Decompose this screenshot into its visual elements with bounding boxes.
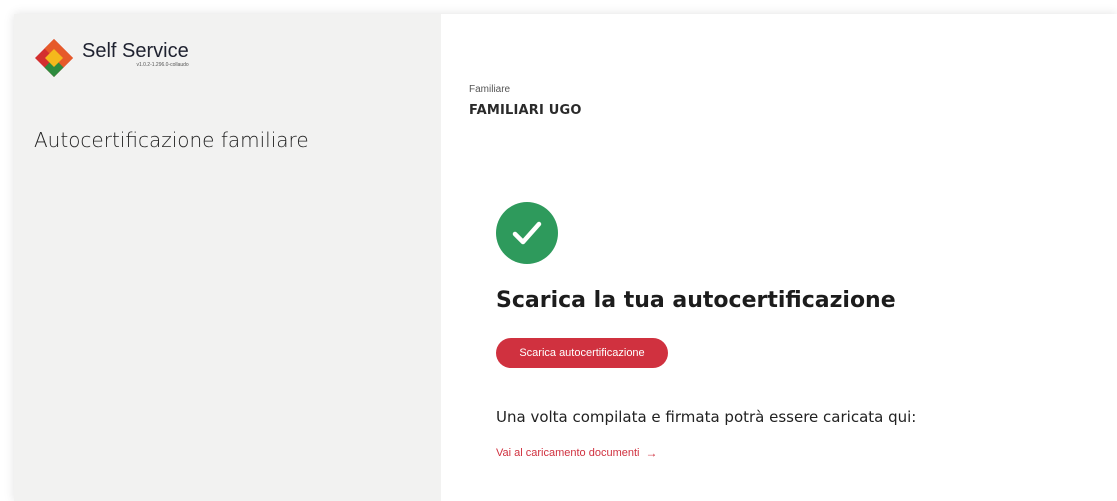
- upload-link-label: Vai al caricamento documenti: [496, 447, 640, 459]
- arrow-right-icon: →: [645, 446, 658, 460]
- logo-icon: [34, 38, 74, 78]
- check-circle-icon: [496, 202, 558, 264]
- page-heading: Scarica la tua autocertificazione: [496, 288, 896, 313]
- app-frame: Self Service v1.0.2-1.296.0-collaudo Aut…: [14, 14, 1117, 501]
- brand[interactable]: Self Service v1.0.2-1.296.0-collaudo: [34, 38, 189, 78]
- info-text: Una volta compilata e firmata potrà esse…: [496, 408, 917, 426]
- main-content: Familiare FAMILIARI UGO Scarica la tua a…: [441, 14, 1117, 501]
- familiar-name: FAMILIARI UGO: [469, 103, 582, 118]
- familiar-label: Familiare: [469, 84, 511, 95]
- brand-name: Self Service: [82, 40, 189, 62]
- brand-version: v1.0.2-1.296.0-collaudo: [136, 62, 189, 68]
- download-button[interactable]: Scarica autocertificazione: [496, 338, 668, 368]
- sidebar-title: Autocertificazione familiare: [34, 128, 309, 152]
- sidebar: Self Service v1.0.2-1.296.0-collaudo Aut…: [14, 14, 441, 501]
- upload-documents-link[interactable]: Vai al caricamento documenti →: [496, 446, 657, 460]
